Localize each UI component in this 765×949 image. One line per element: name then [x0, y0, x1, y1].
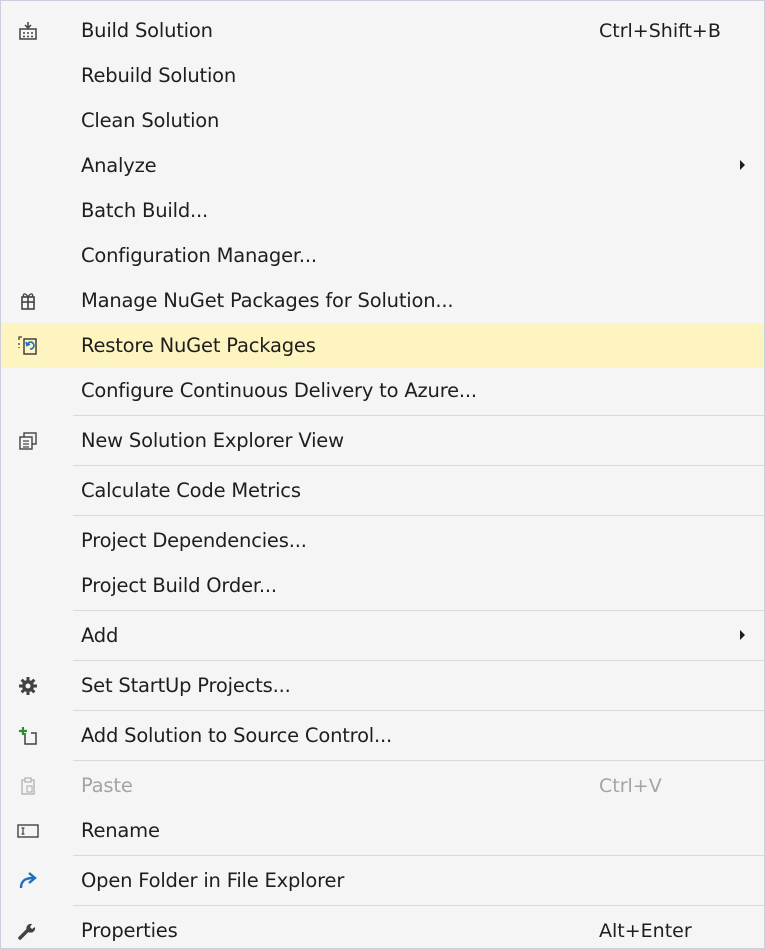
menu-item-label: Set StartUp Projects... [81, 674, 291, 697]
menu-item-project-dependencies[interactable]: Project Dependencies... [1, 518, 764, 563]
menu-item-label: Batch Build... [81, 199, 208, 222]
menu-item-shortcut: Alt+Enter [599, 919, 692, 942]
menu-item-analyze[interactable]: Analyze [1, 143, 764, 188]
menu-item-build-solution[interactable]: Build Solution Ctrl+Shift+B [1, 8, 764, 53]
menu-item-label: Calculate Code Metrics [81, 479, 301, 502]
menu-item-label: Project Build Order... [81, 574, 277, 597]
menu-item-label: Analyze [81, 154, 157, 177]
menu-item-label: Paste [81, 774, 133, 797]
menu-item-label: Add Solution to Source Control... [81, 724, 393, 747]
menu-item-shortcut: Ctrl+Shift+B [599, 19, 721, 42]
menu-item-label: Build Solution [81, 19, 213, 42]
paste-icon [1, 763, 55, 808]
menu-item-label: Manage NuGet Packages for Solution... [81, 289, 454, 312]
menu-item-clean-solution[interactable]: Clean Solution [1, 98, 764, 143]
menu-item-rename[interactable]: Rename [1, 808, 764, 853]
build-solution-icon [1, 8, 55, 53]
menu-item-add-solution-to-source-control[interactable]: Add Solution to Source Control... [1, 713, 764, 758]
menu-item-label: Configure Continuous Delivery to Azure..… [81, 379, 477, 402]
menu-item-label: Rebuild Solution [81, 64, 237, 87]
menu-item-label: Open Folder in File Explorer [81, 869, 345, 892]
menu-item-label: New Solution Explorer View [81, 429, 344, 452]
open-folder-arrow-icon [1, 858, 55, 903]
menu-item-calculate-code-metrics[interactable]: Calculate Code Metrics [1, 468, 764, 513]
submenu-arrow-icon [740, 630, 745, 640]
menu-item-paste[interactable]: Paste Ctrl+V [1, 763, 764, 808]
menu-item-properties[interactable]: Properties Alt+Enter [1, 908, 764, 949]
add-source-control-icon [1, 713, 55, 758]
menu-item-restore-nuget-packages[interactable]: Restore NuGet Packages [1, 323, 764, 368]
gear-icon [1, 663, 55, 708]
menu-item-open-folder-in-file-explorer[interactable]: Open Folder in File Explorer [1, 858, 764, 903]
menu-item-label: Project Dependencies... [81, 529, 307, 552]
menu-item-manage-nuget-packages[interactable]: Manage NuGet Packages for Solution... [1, 278, 764, 323]
menu-item-label: Restore NuGet Packages [81, 334, 316, 357]
menu-item-shortcut: Ctrl+V [599, 774, 662, 797]
nuget-package-icon [1, 278, 55, 323]
new-solution-explorer-icon [1, 418, 55, 463]
menu-item-configure-continuous-delivery[interactable]: Configure Continuous Delivery to Azure..… [1, 368, 764, 413]
restore-packages-icon [1, 323, 55, 368]
solution-context-menu: Build Solution Ctrl+Shift+B Rebuild Solu… [0, 0, 765, 949]
rename-icon [1, 808, 55, 853]
menu-item-label: Add [81, 624, 119, 647]
submenu-arrow-icon [740, 160, 745, 170]
menu-item-rebuild-solution[interactable]: Rebuild Solution [1, 53, 764, 98]
menu-item-configuration-manager[interactable]: Configuration Manager... [1, 233, 764, 278]
menu-item-batch-build[interactable]: Batch Build... [1, 188, 764, 233]
menu-item-label: Clean Solution [81, 109, 220, 132]
menu-item-set-startup-projects[interactable]: Set StartUp Projects... [1, 663, 764, 708]
wrench-icon [1, 908, 55, 949]
menu-item-new-solution-explorer-view[interactable]: New Solution Explorer View [1, 418, 764, 463]
menu-item-add[interactable]: Add [1, 613, 764, 658]
menu-item-label: Rename [81, 819, 160, 842]
menu-item-project-build-order[interactable]: Project Build Order... [1, 563, 764, 608]
menu-item-label: Properties [81, 919, 178, 942]
menu-item-label: Configuration Manager... [81, 244, 317, 267]
